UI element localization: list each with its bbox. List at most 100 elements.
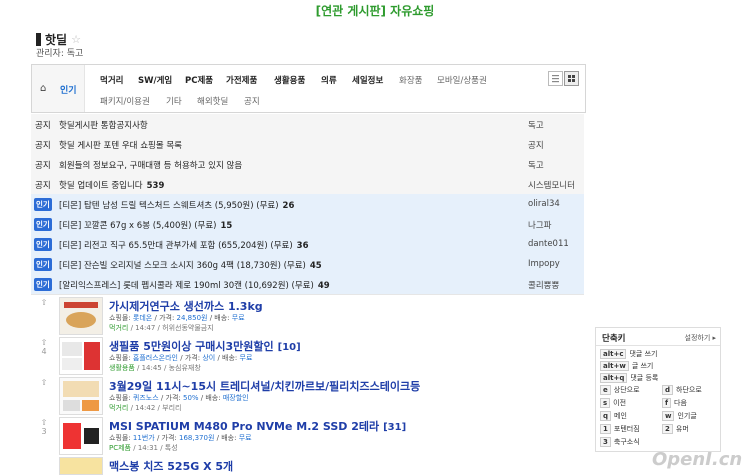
category-notice[interactable]: 공지 [244, 95, 260, 107]
hot-row[interactable]: 인기 [티몬] 리전고 직구 65.5만대 관부가세 포함 (655,204원)… [31, 234, 584, 255]
comment-count: 49 [317, 281, 330, 291]
price: 168,370원 [179, 434, 215, 442]
hot-author[interactable]: 콜리뿡뿡 [528, 279, 559, 291]
comment-count: [10] [277, 342, 301, 353]
shortcut-item: alt+c 댓글 쓰기 [600, 349, 657, 359]
category-overseas[interactable]: 해외핫딜 [197, 95, 228, 107]
hot-title-text: [티몬] 잔슨빌 오리지널 스모크 소시지 360g 4팩 (18,730원) … [59, 261, 306, 271]
notice-title[interactable]: 핫딜 업데이트 중입니다 539 [59, 179, 164, 191]
mall-label: 쇼핑몰: [109, 394, 131, 402]
post-title[interactable]: 맥스봉 치즈 525G X 5개 [109, 458, 237, 474]
hot-author[interactable]: dante011 [528, 239, 569, 249]
post-thumbnail[interactable] [59, 457, 103, 475]
post-item[interactable]: ⇧ 3월29일 11시~15시 트레디셔널/치킨까르보/필리치즈스테이크등 쇼핑… [31, 376, 584, 416]
hot-author[interactable]: oliral34 [528, 199, 560, 209]
shortcut-panel: 단축키 설정하기 ▸ alt+c 댓글 쓰기 alt+w 글 쓰기 alt+q 댓글 … [595, 327, 721, 452]
popular-tab[interactable]: ⌂ 인기 [32, 65, 85, 112]
notice-author[interactable]: 독고 [528, 159, 544, 171]
hot-row[interactable]: 인기 [티몬] 꼬깔콘 67g x 6봉 (5,400원) (무료) 15 나그파 [31, 214, 584, 235]
hot-row[interactable]: 인기 [알리익스프레스] 롯데 펩시콜라 제로 190ml 30캔 (10,69… [31, 274, 584, 295]
shortcut-item: w 인기글 [662, 411, 697, 421]
notice-row[interactable]: 공지 회원들의 정보요구, 구매대행 등 허용하고 있지 않음 독고 [31, 154, 584, 175]
hot-title[interactable]: [티몬] 잔슨빌 오리지널 스모크 소시지 360g 4팩 (18,730원) … [59, 259, 322, 271]
star-icon[interactable]: ☆ [71, 33, 81, 46]
category-package[interactable]: 패키지/이용권 [100, 95, 150, 107]
category-sw-game[interactable]: SW/게임 [138, 74, 172, 86]
comment-count: 36 [296, 241, 309, 251]
related-board-link[interactable]: [연관 게시판] 자유쇼핑 [0, 2, 750, 19]
shortcut-label: 하단으로 [676, 386, 702, 394]
shortcut-label: 상단으로 [613, 386, 640, 394]
category-food[interactable]: 먹거리 [100, 74, 123, 86]
post-title[interactable]: MSI SPATIUM M480 Pro NVMe M.2 SSD 2테라 [31… [109, 418, 406, 434]
shortcut-key: 1 [600, 424, 611, 434]
notice-row[interactable]: 공지 핫딜 게시판 포텐 우대 쇼핑몰 목록 공지 [31, 134, 584, 155]
notice-row[interactable]: 공지 핫딜게시판 통합공지사항 독고 [31, 114, 584, 135]
notice-title[interactable]: 핫딜 게시판 포텐 우대 쇼핑몰 목록 [59, 139, 186, 151]
notice-title-text: 핫딜 업데이트 중입니다 [59, 181, 143, 191]
hot-row[interactable]: 인기 [티몬] 탑텐 남성 드릴 텍스처드 스웨트셔츠 (5,950원) (무료… [31, 194, 584, 215]
post-title[interactable]: 생필품 5만원이상 구매시3만원할인 [10] [109, 338, 301, 354]
notice-author[interactable]: 시스템모니터 [528, 179, 575, 191]
post-item[interactable]: ⇧ 3 MSI SPATIUM M480 Pro NVMe M.2 SSD 2테라… [31, 416, 584, 456]
hot-title[interactable]: [티몬] 꼬깔콘 67g x 6봉 (5,400원) (무료) 15 [59, 219, 232, 231]
post-title-text: 생필품 5만원이상 구매시3만원할인 [109, 340, 274, 353]
post-thumbnail[interactable] [59, 417, 103, 455]
post-category[interactable]: 먹거리 [109, 404, 128, 412]
notice-title[interactable]: 핫딜게시판 통합공지사항 [59, 119, 152, 131]
hot-badge: 인기 [34, 258, 52, 271]
post-title[interactable]: 3월29일 11시~15시 트레디셔널/치킨까르보/필리치즈스테이크등 [109, 378, 424, 394]
shortcut-item: q 메인 [600, 411, 627, 421]
hot-row[interactable]: 인기 [티몬] 잔슨빌 오리지널 스모크 소시지 360g 4팩 (18,730… [31, 254, 584, 275]
post-thumbnail[interactable] [59, 297, 103, 335]
hot-author[interactable]: Impopy [528, 259, 560, 269]
post-category[interactable]: PC제품 [109, 444, 131, 452]
post-category[interactable]: 먹거리 [109, 324, 128, 332]
hot-title[interactable]: [티몬] 탑텐 남성 드릴 텍스처드 스웨트셔츠 (5,950원) (무료) 26 [59, 199, 294, 211]
vote-count[interactable]: ⇧ [37, 298, 51, 307]
category-pc[interactable]: PC제품 [185, 74, 213, 86]
post-thumbnail[interactable] [59, 337, 103, 375]
shortcut-key: 3 [600, 437, 611, 447]
post-item[interactable]: ⇧ 가시제거연구소 생선까스 1.3kg 쇼핑몰: 롯데온 / 가격: 24,8… [31, 296, 584, 336]
post-time-author: / 14:45 / 농심유재창 [137, 364, 201, 372]
category-mobile[interactable]: 모바일/상품권 [437, 74, 487, 86]
hot-author[interactable]: 나그파 [528, 219, 551, 231]
category-sale[interactable]: 세일정보 [352, 74, 383, 86]
comment-count: 26 [282, 201, 295, 211]
vote-count[interactable]: ⇧ 3 [37, 418, 51, 436]
category-etc[interactable]: 기타 [166, 95, 182, 107]
shortcut-item: alt+q 댓글 등록 [600, 373, 658, 383]
category-clothing[interactable]: 의류 [321, 74, 337, 86]
hot-title[interactable]: [알리익스프레스] 롯데 펩시콜라 제로 190ml 30캔 (10,692원)… [59, 279, 330, 291]
post-category[interactable]: 생활용품 [109, 364, 135, 372]
vote-count[interactable]: ⇧ [37, 378, 51, 387]
hot-title[interactable]: [티몬] 리전고 직구 65.5만대 관부가세 포함 (655,204원) (무… [59, 239, 309, 251]
notice-author[interactable]: 공지 [528, 139, 544, 151]
shortcut-key: f [662, 398, 672, 408]
post-thumbnail[interactable] [59, 377, 103, 415]
shortcut-settings-link[interactable]: 설정하기 ▸ [685, 333, 717, 343]
shipping-label: / 배송: [216, 434, 237, 442]
shortcut-key: s [600, 398, 611, 408]
category-appliance[interactable]: 가전제품 [226, 74, 257, 86]
grid-view-icon[interactable] [564, 71, 579, 86]
shortcut-key: w [662, 411, 675, 421]
home-icon: ⌂ [40, 83, 47, 94]
category-cosmetics[interactable]: 화장품 [399, 74, 422, 86]
notice-row[interactable]: 공지 핫딜 업데이트 중입니다 539 시스템모니터 [31, 174, 584, 195]
post-item[interactable]: 맥스봉 치즈 525G X 5개 [31, 456, 584, 475]
notice-author[interactable]: 독고 [528, 119, 544, 131]
shipping-label: / 배송: [209, 314, 230, 322]
price: 50% [182, 394, 199, 402]
post-title[interactable]: 가시제거연구소 생선까스 1.3kg [109, 298, 267, 314]
list-view-icon[interactable] [548, 71, 563, 86]
notice-title[interactable]: 회원들의 정보요구, 구매대행 등 허용하고 있지 않음 [59, 159, 246, 171]
vote-count[interactable]: ⇧ 4 [37, 338, 51, 356]
mall-label: 쇼핑몰: [109, 314, 131, 322]
category-living[interactable]: 생활용품 [274, 74, 305, 86]
post-item[interactable]: ⇧ 4 생필품 5만원이상 구매시3만원할인 [10] 쇼핑몰: 홈플러스온라인 /… [31, 336, 584, 376]
shortcut-item: f 다음 [662, 398, 687, 408]
shortcut-label: 인기글 [677, 412, 697, 420]
post-title-text: 3월29일 11시~15시 트레디셔널/치킨까르보/필리치즈스테이크등 [109, 380, 421, 393]
